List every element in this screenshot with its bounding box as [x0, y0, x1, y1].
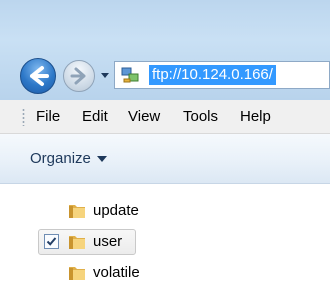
arrow-left-icon: [30, 66, 49, 86]
tree-item-label: update: [93, 202, 139, 219]
organize-label: Organize: [30, 150, 91, 167]
address-url[interactable]: ftp://10.124.0.166/: [149, 65, 276, 85]
forward-button[interactable]: [63, 60, 95, 92]
tree-item-update[interactable]: update: [38, 198, 139, 224]
network-location-icon: [121, 67, 139, 83]
arrow-right-icon: [70, 67, 86, 85]
organize-button[interactable]: Organize: [30, 148, 107, 170]
recent-pages-dropdown[interactable]: [98, 67, 112, 83]
command-bar: Organize: [0, 134, 330, 184]
chevron-down-icon: [96, 156, 107, 163]
back-button[interactable]: [20, 58, 56, 94]
checkmark-icon: [46, 237, 57, 246]
menu-view[interactable]: View: [128, 100, 160, 134]
menu-bar: File Edit View Tools Help: [0, 100, 330, 134]
tree-item-label: user: [93, 233, 123, 250]
menu-file[interactable]: File: [36, 100, 60, 134]
menu-help[interactable]: Help: [240, 100, 271, 134]
menu-edit[interactable]: Edit: [82, 100, 108, 134]
tree-item-label: volatile: [93, 264, 140, 281]
tree-item-volatile[interactable]: volatile: [38, 260, 140, 286]
folder-icon: [69, 205, 85, 218]
chevron-down-icon: [101, 73, 109, 78]
item-checkbox[interactable]: [44, 234, 59, 249]
folder-icon: [69, 267, 85, 280]
menu-tools[interactable]: Tools: [183, 100, 218, 134]
address-bar[interactable]: ftp://10.124.0.166/: [114, 61, 330, 89]
tree-item-user[interactable]: user: [38, 229, 138, 255]
folder-icon: [69, 236, 85, 249]
menu-grip: [22, 108, 25, 126]
